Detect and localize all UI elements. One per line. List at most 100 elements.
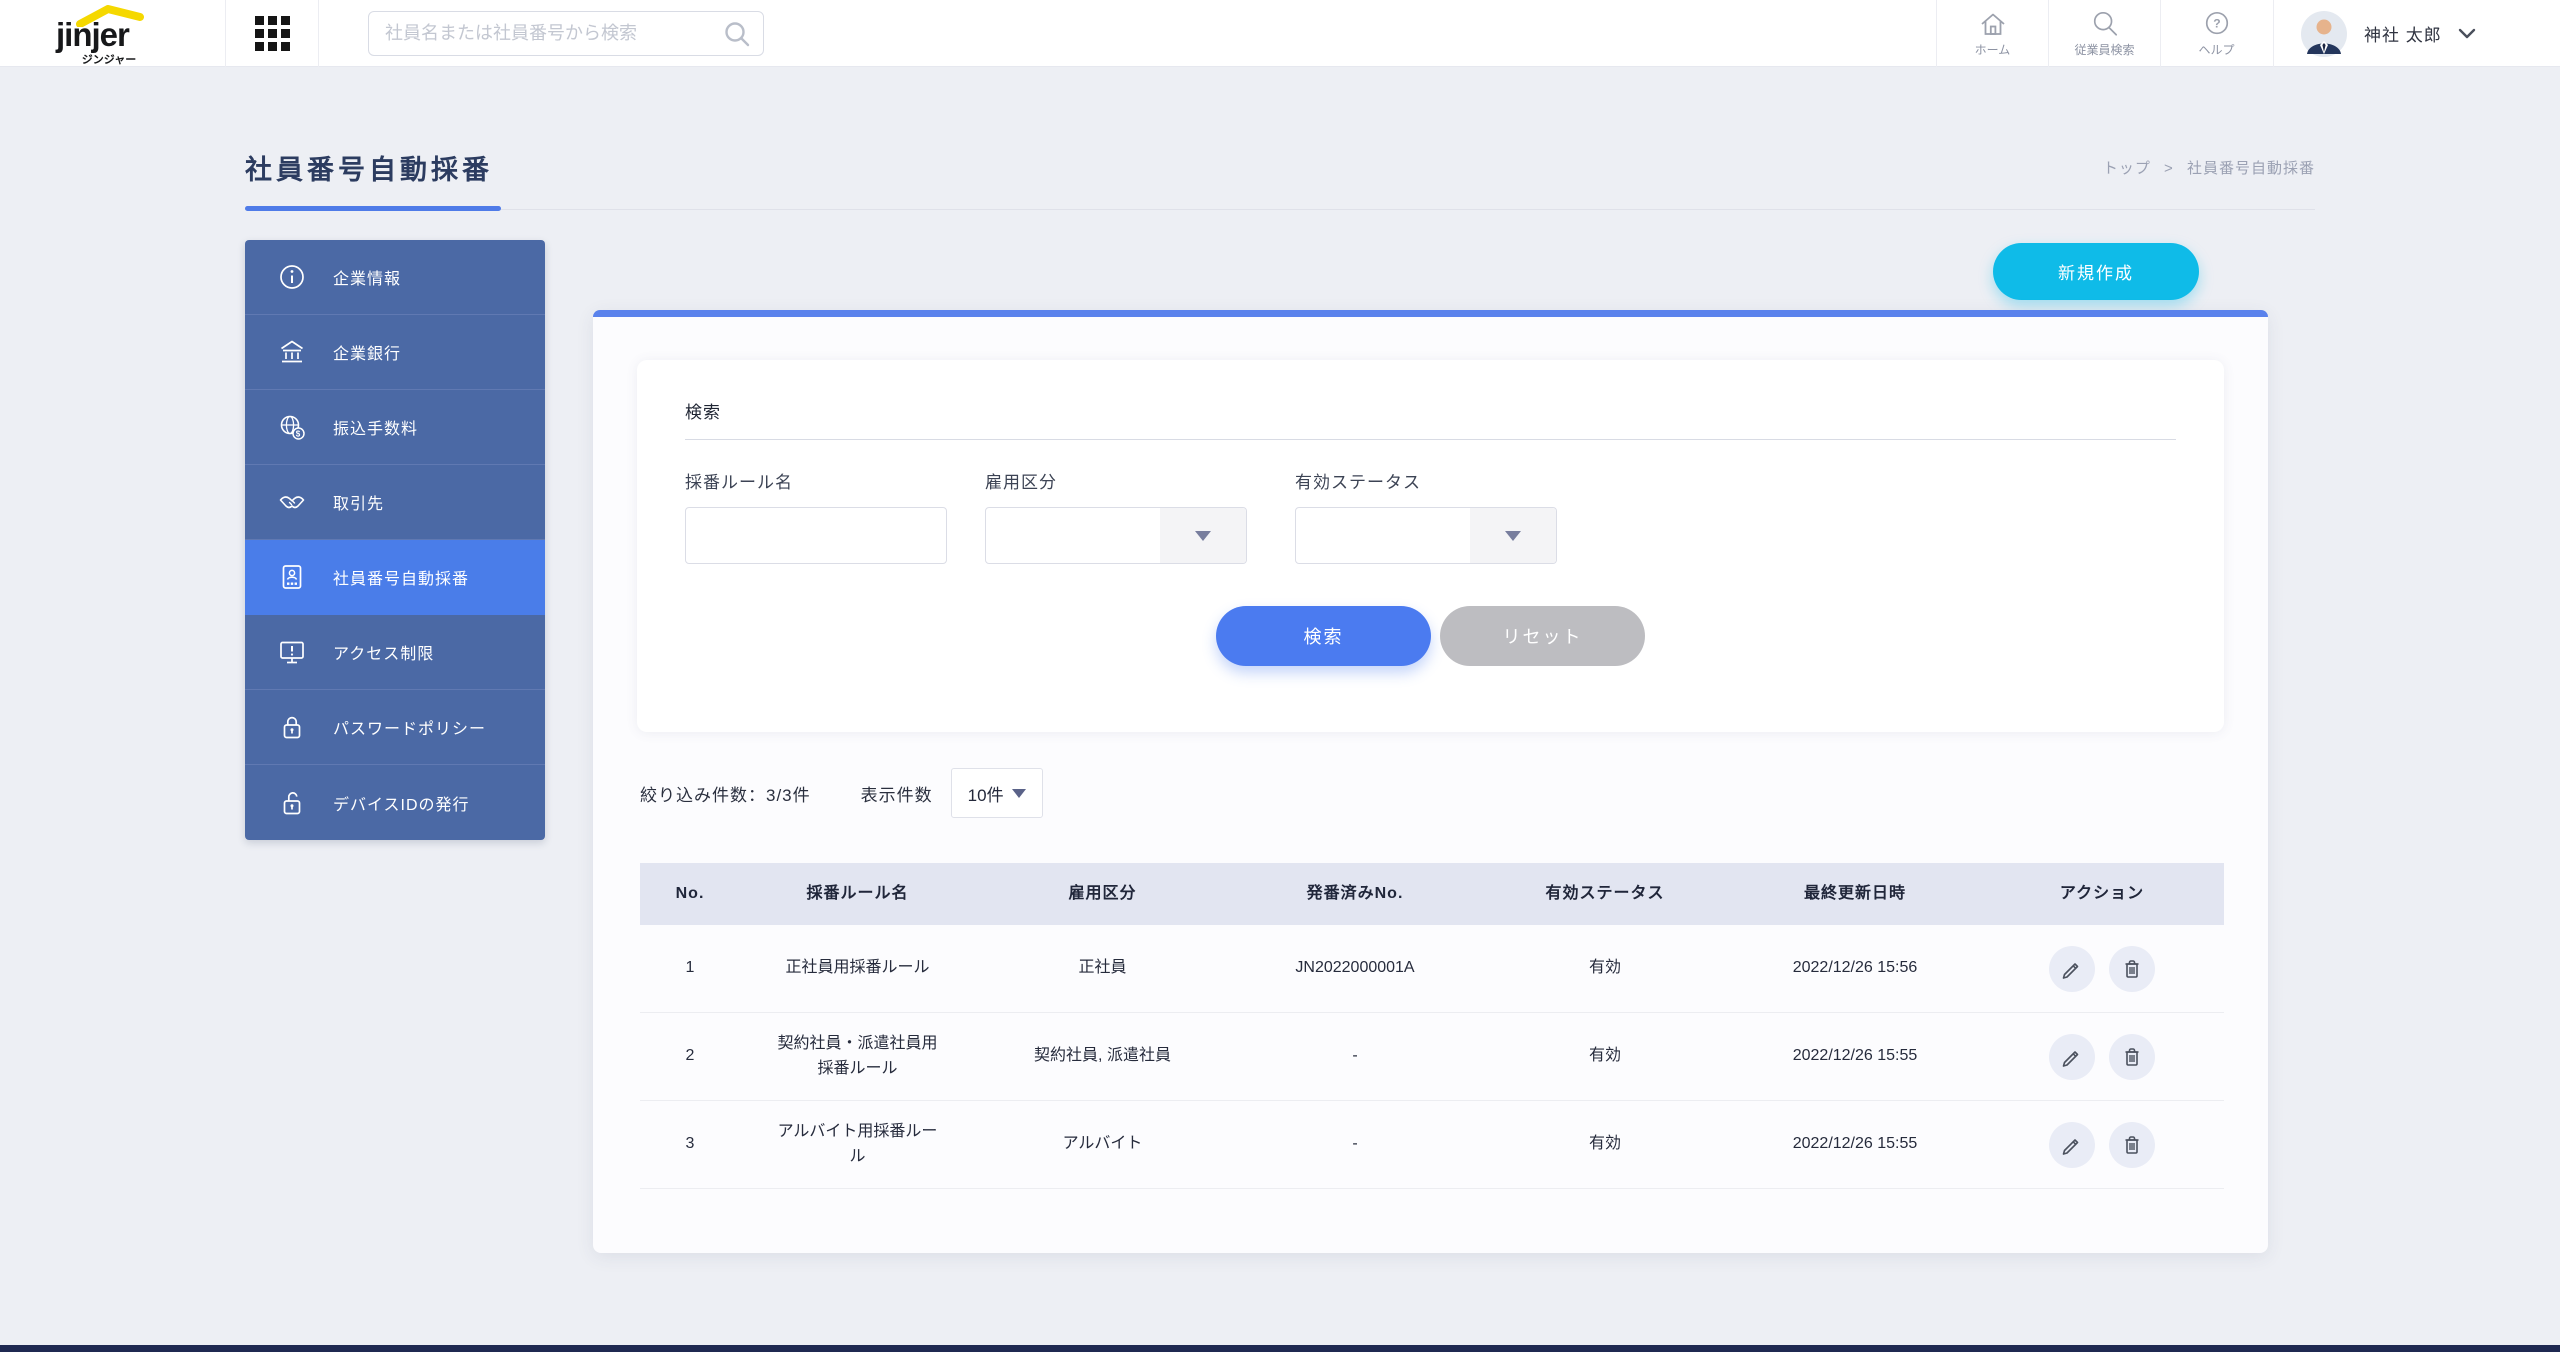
edit-button[interactable] bbox=[2049, 1122, 2095, 1168]
row-actions bbox=[1980, 1101, 2224, 1188]
row-employment-type: 正社員 bbox=[975, 925, 1230, 1012]
sidebar-item-company-bank[interactable]: 企業銀行 bbox=[245, 315, 545, 390]
jinjer-logo[interactable]: jinjer ジンジャー bbox=[44, 3, 194, 65]
title-hairline bbox=[245, 209, 2315, 210]
main-card: 検索 採番ルール名 雇用区分 有効ステータス 検索 bbox=[593, 310, 2268, 1253]
user-menu[interactable]: 神社 太郎 bbox=[2300, 0, 2476, 67]
app-grid-button[interactable] bbox=[226, 0, 318, 67]
search-button[interactable]: 検索 bbox=[1216, 606, 1431, 666]
results-bar: 絞り込み件数：3/3件 表示件数 10件 bbox=[640, 768, 1043, 818]
search-actions: 検索 リセット bbox=[637, 606, 2224, 666]
app-root: jinjer ジンジャー ホーム bbox=[0, 0, 2560, 1352]
sidebar-item-label: 社員番号自動採番 bbox=[333, 565, 469, 589]
table-row: 3 アルバイト用採番ルール アルバイト - 有効 2022/12/26 15:5… bbox=[640, 1101, 2224, 1189]
search-panel-title: 検索 bbox=[685, 398, 721, 423]
row-rule-name: 契約社員・派遣社員用採番ルール bbox=[740, 1013, 975, 1100]
trash-icon bbox=[2120, 957, 2144, 981]
sidebar-item-business-partners[interactable]: 取引先 bbox=[245, 465, 545, 540]
row-no: 2 bbox=[640, 1013, 740, 1100]
lock-icon bbox=[277, 712, 307, 742]
table-header-row: No. 採番ルール名 雇用区分 発番済みNo. 有効ステータス 最終更新日時 ア… bbox=[640, 863, 2224, 925]
col-rule-name: 採番ルール名 bbox=[740, 863, 975, 925]
delete-button[interactable] bbox=[2109, 1034, 2155, 1080]
row-status: 有効 bbox=[1480, 925, 1730, 1012]
col-no: No. bbox=[640, 863, 740, 925]
row-issued-no: JN2022000001A bbox=[1230, 925, 1480, 1012]
nav-employee-search-label: 従業員検索 bbox=[2074, 41, 2134, 58]
user-name: 神社 太郎 bbox=[2364, 21, 2442, 46]
pencil-icon bbox=[2060, 957, 2084, 981]
row-updated-at: 2022/12/26 15:55 bbox=[1730, 1013, 1980, 1100]
page-title: 社員番号自動採番 bbox=[245, 148, 493, 187]
sidebar-item-device-id-issue[interactable]: デバイスIDの発行 bbox=[245, 765, 545, 840]
row-issued-no: - bbox=[1230, 1101, 1480, 1188]
row-updated-at: 2022/12/26 15:56 bbox=[1730, 925, 1980, 1012]
title-underline bbox=[245, 206, 501, 211]
search-icon bbox=[722, 19, 752, 49]
nav-home-button[interactable]: ホーム bbox=[1936, 0, 2048, 67]
status-select[interactable] bbox=[1295, 507, 1557, 564]
select-caret-zone bbox=[1470, 508, 1556, 563]
employment-type-label: 雇用区分 bbox=[985, 468, 1057, 493]
caret-down-icon bbox=[1012, 789, 1026, 798]
logo-text: jinjer bbox=[56, 16, 129, 54]
row-employment-type: アルバイト bbox=[975, 1101, 1230, 1188]
sidebar-item-transfer-fee[interactable]: $ 振込手数料 bbox=[245, 390, 545, 465]
row-updated-at: 2022/12/26 15:55 bbox=[1730, 1101, 1980, 1188]
filtered-count: 絞り込み件数：3/3件 bbox=[640, 781, 811, 806]
header-divider bbox=[2273, 0, 2274, 67]
settings-sidebar: 企業情報 企業銀行 bbox=[245, 240, 545, 840]
nav-help-button[interactable]: ? ヘルプ bbox=[2160, 0, 2272, 67]
home-icon bbox=[1978, 10, 2008, 38]
breadcrumb-current: 社員番号自動採番 bbox=[2187, 160, 2315, 177]
col-updated-at: 最終更新日時 bbox=[1730, 863, 1980, 925]
employee-search-input[interactable] bbox=[368, 11, 764, 56]
info-icon bbox=[277, 262, 307, 292]
col-actions: アクション bbox=[1980, 863, 2224, 925]
edit-button[interactable] bbox=[2049, 946, 2095, 992]
sidebar-item-label: 取引先 bbox=[333, 490, 384, 514]
avatar bbox=[2300, 10, 2348, 58]
sidebar-item-label: パスワードポリシー bbox=[333, 715, 486, 739]
search-panel: 検索 採番ルール名 雇用区分 有効ステータス 検索 bbox=[637, 360, 2224, 732]
rule-name-label: 採番ルール名 bbox=[685, 468, 793, 493]
numbering-rules-table: No. 採番ルール名 雇用区分 発番済みNo. 有効ステータス 最終更新日時 ア… bbox=[640, 863, 2224, 1189]
reset-button[interactable]: リセット bbox=[1440, 606, 1645, 666]
select-caret-zone bbox=[1160, 508, 1246, 563]
caret-down-icon bbox=[1195, 531, 1211, 541]
sidebar-item-password-policy[interactable]: パスワードポリシー bbox=[245, 690, 545, 765]
delete-button[interactable] bbox=[2109, 1122, 2155, 1168]
nav-employee-search-button[interactable]: 従業員検索 bbox=[2048, 0, 2160, 67]
create-new-button[interactable]: 新規作成 bbox=[1993, 243, 2199, 300]
delete-button[interactable] bbox=[2109, 946, 2155, 992]
per-page-value: 10件 bbox=[968, 781, 1004, 806]
per-page-label: 表示件数 bbox=[861, 781, 933, 806]
status-field-wrap bbox=[1295, 507, 1557, 564]
search-panel-divider bbox=[685, 439, 2176, 440]
breadcrumb-top-link[interactable]: トップ bbox=[2103, 160, 2151, 177]
table-row: 1 正社員用採番ルール 正社員 JN2022000001A 有効 2022/12… bbox=[640, 925, 2224, 1013]
table-row: 2 契約社員・派遣社員用採番ルール 契約社員, 派遣社員 - 有効 2022/1… bbox=[640, 1013, 2224, 1101]
per-page-select[interactable]: 10件 bbox=[951, 768, 1043, 818]
transfer-fee-icon: $ bbox=[277, 412, 307, 442]
sidebar-item-employee-number-autonumbering[interactable]: 社員番号自動採番 bbox=[245, 540, 545, 615]
caret-down-icon bbox=[1505, 531, 1521, 541]
nav-help-label: ヘルプ bbox=[2198, 41, 2234, 58]
sidebar-item-label: 企業情報 bbox=[333, 265, 401, 289]
status-label: 有効ステータス bbox=[1295, 468, 1421, 493]
rule-name-input[interactable] bbox=[685, 507, 947, 564]
employment-type-select[interactable] bbox=[985, 507, 1247, 564]
row-status: 有効 bbox=[1480, 1101, 1730, 1188]
nav-home-label: ホーム bbox=[1975, 41, 2011, 58]
row-actions bbox=[1980, 1013, 2224, 1100]
help-icon: ? bbox=[2202, 10, 2232, 38]
employee-search-icon bbox=[2090, 10, 2120, 38]
header-search bbox=[368, 11, 764, 56]
grid-icon bbox=[255, 16, 290, 51]
row-no: 3 bbox=[640, 1101, 740, 1188]
pencil-icon bbox=[2060, 1133, 2084, 1157]
sidebar-item-access-restriction[interactable]: アクセス制限 bbox=[245, 615, 545, 690]
edit-button[interactable] bbox=[2049, 1034, 2095, 1080]
trash-icon bbox=[2120, 1045, 2144, 1069]
sidebar-item-company-info[interactable]: 企業情報 bbox=[245, 240, 545, 315]
